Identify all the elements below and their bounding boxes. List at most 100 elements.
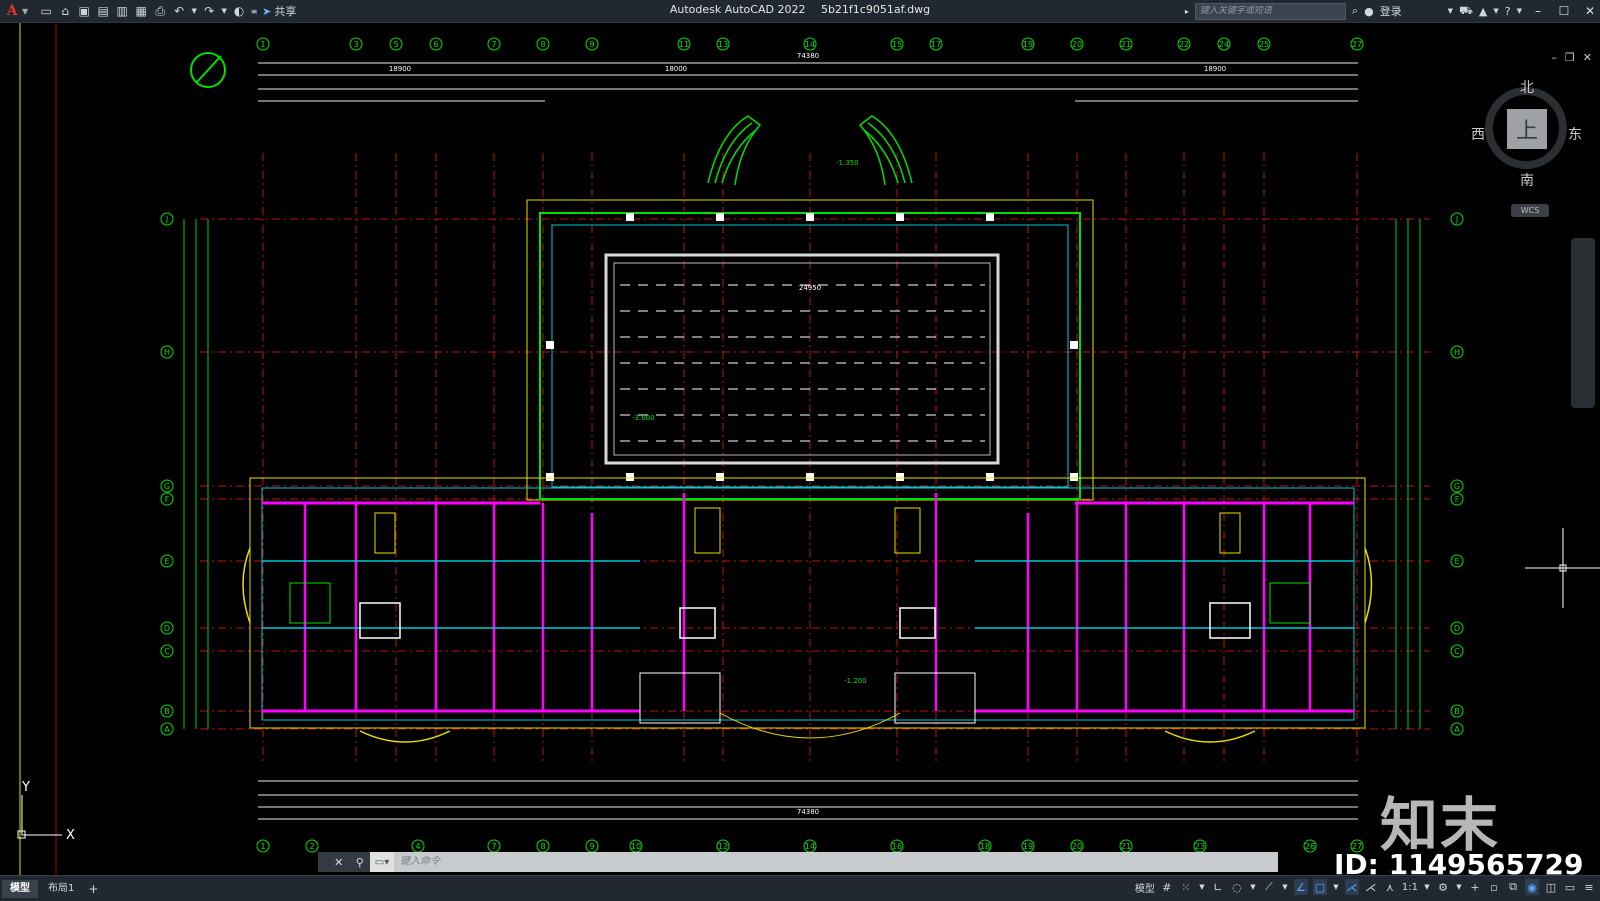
svg-text:C: C — [164, 647, 170, 656]
annotation-scale-value[interactable]: 1:1 — [1402, 882, 1418, 893]
redo-dropdown-icon[interactable]: ▼ — [220, 3, 228, 19]
svg-text:9: 9 — [589, 40, 594, 49]
grid-bubble-bottom-18: 18 — [978, 839, 992, 853]
customize-command-line-icon[interactable]: ⚲ — [356, 856, 364, 869]
compass-north[interactable]: 北 — [1520, 77, 1534, 97]
polar-dropdown-icon[interactable]: ▼ — [1249, 879, 1257, 895]
compass-west[interactable]: 西 — [1471, 124, 1485, 144]
grid-bubble-bottom-12: 12 — [716, 839, 730, 853]
open-folder-icon[interactable]: ⌂ — [57, 3, 73, 19]
object-snap-tracking-icon[interactable]: ∠ — [1293, 879, 1308, 895]
workspace-dropdown-icon[interactable]: ▼ — [1455, 879, 1463, 895]
search-input[interactable]: 键入关键字或短语 — [1194, 2, 1346, 20]
command-input[interactable]: 键入命令 — [394, 852, 1278, 872]
login-link[interactable]: 登录 — [1380, 3, 1402, 19]
maximize-button[interactable]: ☐ — [1554, 4, 1574, 18]
share-button[interactable]: ➤ 共享 — [262, 3, 296, 19]
help-icon[interactable]: ? — [1505, 5, 1511, 18]
units-icon[interactable]: ▫ — [1487, 879, 1501, 895]
login-dropdown-icon[interactable]: ▼ — [1448, 7, 1453, 15]
close-command-line-icon[interactable]: ✕ — [334, 856, 343, 869]
annotation-monitor-icon[interactable]: + — [1468, 879, 1482, 895]
viewport-restore-icon[interactable]: ❐ — [1565, 51, 1575, 64]
grid-bubbles-bottom: 1 2 4 7 8 9 10 12 14 16 18 19 20 21 23 26 27 — [256, 839, 1364, 853]
grid-bubble-top-14: 14 — [803, 37, 817, 51]
redo-icon[interactable]: ↷ — [201, 3, 217, 19]
axis-lines-vertical — [262, 153, 1358, 763]
undo-icon[interactable]: ↶ — [171, 3, 187, 19]
building-walls — [242, 477, 1373, 743]
user-icon[interactable]: ● — [1364, 5, 1374, 18]
search-expand-icon[interactable]: ▸ — [1185, 7, 1189, 16]
app-menu-caret-icon[interactable]: ▼ — [22, 7, 28, 16]
autodesk-app-icon[interactable]: ▲ — [1479, 5, 1487, 18]
save-as-icon[interactable]: ▤ — [95, 3, 111, 19]
help-dropdown-icon[interactable]: ▼ — [1517, 7, 1522, 15]
command-line-grip-icon[interactable] — [318, 852, 328, 872]
workspace-switch-icon[interactable]: ⚙ — [1436, 879, 1450, 895]
drawing-area[interactable]: X Y 74380 18900 18900 18000 24950 74380 … — [0, 23, 1600, 875]
compass-east[interactable]: 东 — [1568, 124, 1582, 144]
level-lobby: -1.200 — [844, 677, 867, 685]
polar-icon[interactable]: ◌ — [1230, 879, 1244, 895]
customize-qat-icon[interactable]: ≡ — [250, 3, 258, 19]
clean-screen-icon[interactable]: ▭ — [1563, 879, 1577, 895]
model-space-toggle[interactable]: 模型 — [1135, 880, 1155, 895]
svg-text:2: 2 — [309, 842, 314, 851]
grid-bubble-bottom-19: 19 — [1021, 839, 1035, 853]
compass-south[interactable]: 南 — [1520, 170, 1534, 190]
customization-icon[interactable]: ≡ — [1582, 879, 1596, 895]
wcs-menu[interactable]: WCS — [1511, 204, 1549, 217]
object-snap-icon[interactable]: ▢ — [1312, 879, 1327, 895]
grid-bubble-left-B: B — [160, 704, 174, 718]
floor-plan-drawing[interactable]: X Y 74380 18900 18900 18000 24950 74380 … — [0, 23, 1600, 875]
save-icon[interactable]: ▣ — [76, 3, 92, 19]
cart-icon[interactable]: ⛟ — [1459, 4, 1473, 19]
app-dropdown-icon[interactable]: ▼ — [1493, 7, 1498, 15]
svg-text:16: 16 — [892, 842, 902, 851]
close-button[interactable]: ✕ — [1580, 4, 1600, 18]
viewport-close-icon[interactable]: ✕ — [1583, 51, 1592, 64]
auto-scale-icon[interactable]: ⋌ — [1364, 879, 1378, 895]
undo-dropdown-icon[interactable]: ▼ — [190, 3, 198, 19]
grid-bubble-left-H: H — [160, 345, 174, 359]
workspace-icon[interactable]: ◐ — [231, 3, 247, 19]
viewport-minimize-icon[interactable]: – — [1551, 51, 1557, 64]
grid-bubble-top-1: 1 — [256, 37, 270, 51]
ortho-icon[interactable]: ∟ — [1211, 879, 1225, 895]
snap-icon[interactable]: ⁙ — [1179, 879, 1193, 895]
svg-text:14: 14 — [805, 842, 815, 851]
svg-text:1: 1 — [260, 842, 265, 851]
recent-commands-icon[interactable]: ▭▾ — [370, 852, 394, 872]
quick-properties-icon[interactable]: ⧉ — [1506, 879, 1520, 895]
search-icon[interactable]: ⌕ — [1352, 4, 1358, 18]
open-web-icon[interactable]: ▥ — [114, 3, 130, 19]
plot-icon[interactable]: ⎙ — [152, 3, 168, 19]
new-file-icon[interactable]: ▭ — [38, 3, 54, 19]
grid-bubble-top-27: 27 — [1350, 37, 1364, 51]
scale-dropdown-icon[interactable]: ▼ — [1423, 879, 1431, 895]
osnap-dropdown-icon[interactable]: ▼ — [1332, 879, 1340, 895]
grid-bubble-left-E: E — [160, 554, 174, 568]
tab-model[interactable]: 模型 — [2, 879, 38, 898]
snap-dropdown-icon[interactable]: ▼ — [1198, 879, 1206, 895]
title-bar: A ▼ ▭ ⌂ ▣ ▤ ▥ ▦ ⎙ ↶ ▼ ↷ ▼ ◐ ≡ ➤ 共享 Autod… — [0, 0, 1600, 23]
minimize-button[interactable]: – — [1528, 4, 1548, 18]
hardware-acceleration-icon[interactable]: ◫ — [1544, 879, 1558, 895]
svg-text:20: 20 — [1072, 40, 1082, 49]
grid-icon[interactable]: # — [1160, 879, 1174, 895]
navigation-bar[interactable] — [1571, 238, 1595, 408]
annotation-scale-icon[interactable]: ⋏ — [1383, 879, 1397, 895]
save-web-icon[interactable]: ▦ — [133, 3, 149, 19]
add-layout-icon[interactable]: + — [82, 882, 104, 896]
isodraft-dropdown-icon[interactable]: ▼ — [1281, 879, 1289, 895]
isolate-objects-icon[interactable]: ◉ — [1525, 879, 1539, 895]
tab-layout1[interactable]: 布局1 — [40, 880, 82, 898]
svg-text:13: 13 — [718, 40, 728, 49]
svg-text:A: A — [1454, 725, 1460, 734]
viewcube[interactable]: 上 北 南 西 东 WCS — [1471, 77, 1582, 217]
viewcube-top-face[interactable]: 上 — [1507, 109, 1547, 149]
annotation-visibility-icon[interactable]: ⋌ — [1344, 879, 1359, 895]
isodraft-icon[interactable]: ⟋ — [1262, 879, 1276, 895]
autocad-logo-icon[interactable]: A — [2, 1, 22, 21]
